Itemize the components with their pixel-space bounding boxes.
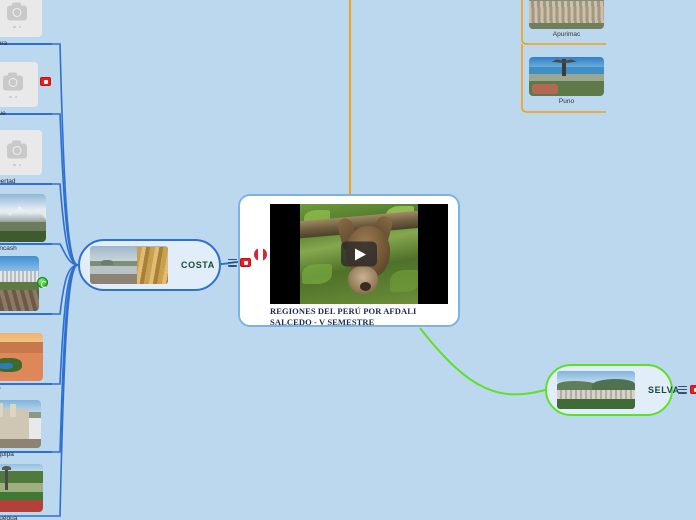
costa-thumbnail [90, 246, 168, 284]
leaf-label: Puno [558, 98, 575, 105]
leaf-thumbnail-placeholder [0, 130, 42, 175]
camera-icon [7, 140, 27, 159]
puno-thumbnail [529, 57, 604, 96]
list-item[interactable]: Apurimac [529, 0, 604, 38]
list-item[interactable]: oquegua [0, 464, 43, 520]
selva-node-toolbar[interactable] [678, 385, 696, 394]
video-icon[interactable] [690, 385, 696, 394]
branch-label-costa: COSTA [181, 260, 215, 270]
menu-icon[interactable] [678, 385, 687, 394]
list-item[interactable]: Ica [0, 333, 43, 391]
play-icon[interactable] [341, 241, 377, 267]
list-item[interactable]: Libertad [0, 130, 42, 185]
list-item[interactable]: ma [0, 256, 39, 321]
video-icon[interactable] [240, 258, 251, 267]
leaf-label: Apurimac [552, 31, 581, 38]
central-node-toolbar[interactable] [228, 258, 251, 267]
leaf-thumbnail-placeholder [0, 0, 42, 37]
leaf-label: Piura [0, 40, 8, 47]
leaf-label: yeque [0, 110, 6, 117]
ica-thumbnail [0, 333, 43, 381]
list-item[interactable]: Piura [0, 0, 42, 47]
central-node-title: REGIONES DEL PERÚ POR AFDALI SALCEDO - V… [270, 306, 417, 327]
camera-icon [7, 2, 27, 21]
lima-thumbnail [0, 256, 39, 311]
leaf-thumbnail-placeholder [0, 62, 38, 107]
video-icon[interactable] [40, 77, 51, 86]
leaf-label: ma [0, 314, 39, 321]
leaf-label: rrequipa [0, 451, 14, 458]
menu-icon[interactable] [228, 258, 237, 267]
peru-flag-icon[interactable] [254, 248, 267, 261]
leaf-label: oquegua [0, 515, 18, 520]
list-item[interactable]: yeque [0, 62, 38, 117]
moquegua-thumbnail [0, 464, 43, 512]
link-icon[interactable] [37, 277, 48, 288]
mindmap-canvas[interactable]: REGIONES DEL PERÚ POR AFDALI SALCEDO - V… [0, 0, 696, 520]
list-item[interactable]: Puno [529, 57, 604, 105]
branch-node-selva[interactable]: SELVA [545, 364, 679, 416]
list-item[interactable]: rrequipa [0, 400, 41, 458]
leaf-label: Ancash [0, 245, 17, 252]
branch-label-selva: SELVA [648, 385, 680, 395]
central-video-thumbnail[interactable] [270, 204, 448, 304]
selva-thumbnail [557, 371, 635, 409]
leaf-label: Libertad [0, 178, 16, 185]
branch-node-costa[interactable]: COSTA [78, 239, 221, 291]
arequipa-thumbnail [0, 400, 41, 448]
central-node[interactable]: REGIONES DEL PERÚ POR AFDALI SALCEDO - V… [238, 194, 460, 327]
ancash-thumbnail [0, 194, 46, 242]
apurimac-thumbnail [529, 0, 604, 29]
camera-icon [3, 72, 23, 91]
list-item[interactable]: Ancash [0, 194, 46, 252]
leaf-label: Ica [0, 384, 43, 391]
